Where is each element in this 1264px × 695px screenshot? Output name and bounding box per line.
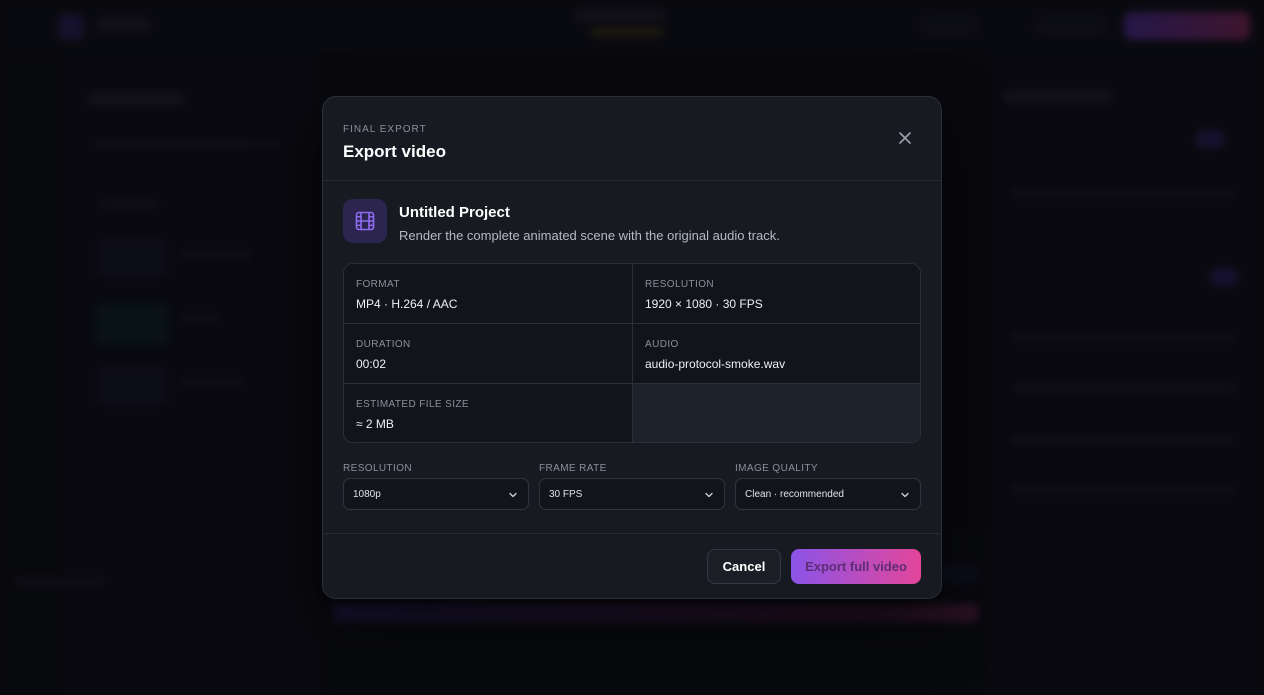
image-quality-label: IMAGE QUALITY <box>735 463 818 474</box>
frame-rate-label: FRAME RATE <box>539 463 607 474</box>
close-button[interactable] <box>893 126 917 150</box>
dialog-eyebrow: FINAL EXPORT <box>343 124 427 135</box>
chevron-down-icon <box>705 492 713 498</box>
image-quality-select[interactable]: Clean · recommended <box>735 478 921 510</box>
frame-rate-select-value: 30 FPS <box>549 489 583 500</box>
image-quality-setting: IMAGE QUALITY Clean · recommended <box>735 463 921 510</box>
project-icon-tile <box>343 199 387 243</box>
info-value: ≈ 2 MB <box>356 417 394 431</box>
info-audio: AUDIO audio-protocol-smoke.wav <box>633 324 920 384</box>
project-name: Untitled Project <box>399 204 510 221</box>
info-duration: DURATION 00:02 <box>344 324 633 384</box>
resolution-select[interactable]: 1080p <box>343 478 529 510</box>
cancel-button[interactable]: Cancel <box>707 549 781 584</box>
resolution-setting: RESOLUTION 1080p <box>343 463 529 510</box>
export-full-video-button[interactable]: Export full video <box>791 549 921 584</box>
info-resolution: RESOLUTION 1920 × 1080 · 30 FPS <box>633 264 920 324</box>
dialog-title: Export video <box>343 142 446 161</box>
info-format: FORMAT MP4 · H.264 / AAC <box>344 264 633 324</box>
info-label: AUDIO <box>645 339 679 350</box>
info-value: MP4 · H.264 / AAC <box>356 297 458 311</box>
frame-rate-select[interactable]: 30 FPS <box>539 478 725 510</box>
info-value: 1920 × 1080 · 30 FPS <box>645 297 763 311</box>
dialog-footer-divider <box>323 533 941 534</box>
info-empty-cell <box>633 384 920 442</box>
info-label: ESTIMATED FILE SIZE <box>356 399 469 410</box>
image-quality-select-value: Clean · recommended <box>745 489 844 500</box>
info-label: DURATION <box>356 339 411 350</box>
info-file-size: ESTIMATED FILE SIZE ≈ 2 MB <box>344 384 633 442</box>
film-icon <box>355 211 375 231</box>
chevron-down-icon <box>901 492 909 498</box>
export-dialog: FINAL EXPORT Export video Untitled Proje… <box>322 96 942 599</box>
project-description: Render the complete animated scene with … <box>399 228 780 243</box>
export-summary-grid: FORMAT MP4 · H.264 / AAC RESOLUTION 1920… <box>343 263 921 443</box>
info-value: audio-protocol-smoke.wav <box>645 357 786 371</box>
resolution-label: RESOLUTION <box>343 463 413 474</box>
resolution-select-value: 1080p <box>353 489 381 500</box>
close-icon <box>899 132 911 144</box>
frame-rate-setting: FRAME RATE 30 FPS <box>539 463 725 510</box>
info-label: RESOLUTION <box>645 279 715 290</box>
dialog-header: FINAL EXPORT Export video <box>323 97 941 181</box>
info-label: FORMAT <box>356 279 400 290</box>
info-value: 00:02 <box>356 357 387 371</box>
chevron-down-icon <box>509 492 517 498</box>
